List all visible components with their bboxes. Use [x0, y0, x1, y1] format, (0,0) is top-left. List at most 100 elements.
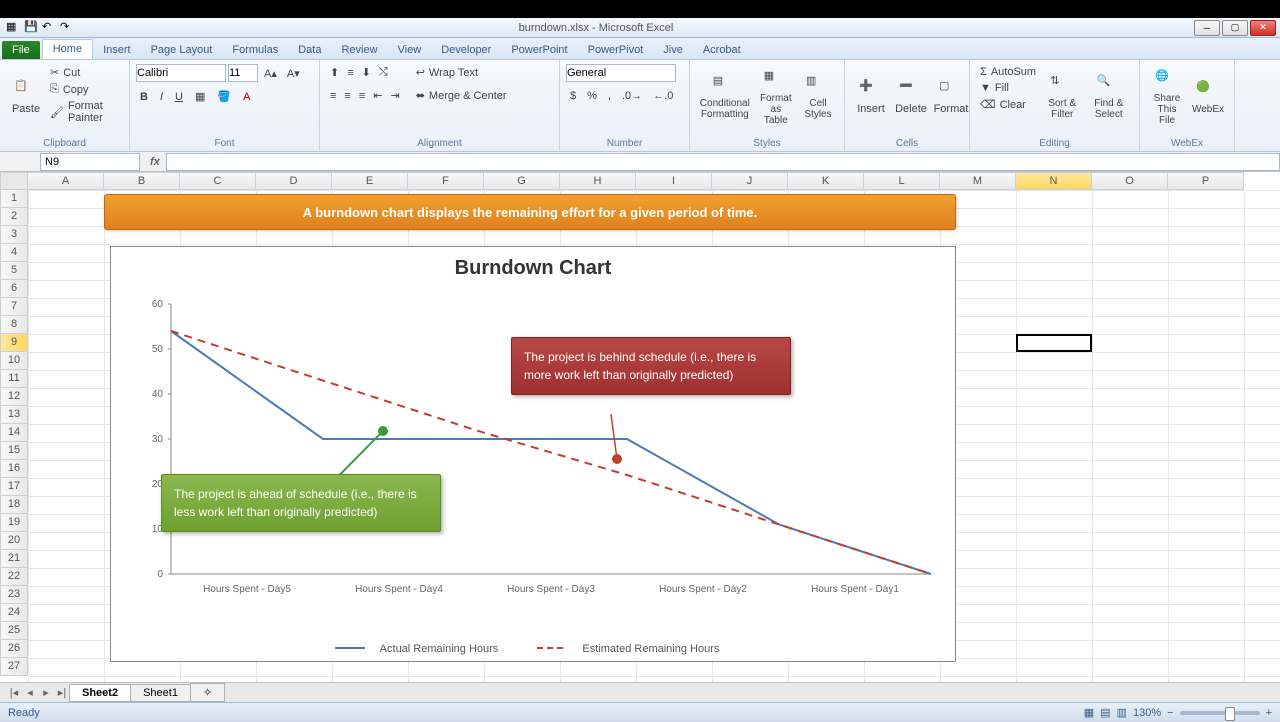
cell-styles-button[interactable]: ▥Cell Styles: [798, 64, 838, 130]
row-17[interactable]: 17: [0, 478, 28, 496]
worksheet[interactable]: ABCDEFGHIJKLMNOP 12345678910111213141516…: [0, 172, 1280, 682]
view-break-icon[interactable]: ▥: [1117, 706, 1127, 719]
col-D[interactable]: D: [256, 172, 332, 190]
redo-icon[interactable]: ↷: [60, 20, 74, 34]
row-22[interactable]: 22: [0, 568, 28, 586]
tab-nav-prev[interactable]: ◂: [22, 686, 38, 699]
row-14[interactable]: 14: [0, 424, 28, 442]
row-3[interactable]: 3: [0, 226, 28, 244]
row-4[interactable]: 4: [0, 244, 28, 262]
format-cells-button[interactable]: ▢Format: [931, 64, 971, 130]
font-family-select[interactable]: [136, 64, 226, 82]
select-all-corner[interactable]: [0, 172, 28, 190]
tab-insert[interactable]: Insert: [93, 41, 141, 59]
bold-button[interactable]: B: [136, 88, 152, 105]
indent-inc-button[interactable]: ⇥: [386, 87, 403, 104]
col-F[interactable]: F: [408, 172, 484, 190]
row-19[interactable]: 19: [0, 514, 28, 532]
wrap-text-button[interactable]: ↩Wrap Text: [412, 64, 511, 81]
shrink-font-button[interactable]: A▾: [283, 64, 304, 82]
comma-button[interactable]: ,: [604, 88, 615, 104]
align-bottom-button[interactable]: ⬇: [358, 64, 375, 81]
col-I[interactable]: I: [636, 172, 712, 190]
align-top-button[interactable]: ⬆: [326, 64, 343, 81]
currency-button[interactable]: $: [566, 88, 580, 104]
format-painter-button[interactable]: 🖌Format Painter: [46, 98, 123, 126]
col-N[interactable]: N: [1016, 172, 1092, 190]
underline-button[interactable]: U: [171, 88, 187, 105]
tab-view[interactable]: View: [388, 41, 432, 59]
col-O[interactable]: O: [1092, 172, 1168, 190]
indent-dec-button[interactable]: ⇤: [369, 87, 386, 104]
row-24[interactable]: 24: [0, 604, 28, 622]
fill-button[interactable]: ▼Fill: [976, 80, 1040, 96]
row-9[interactable]: 9: [0, 334, 28, 352]
sheet-tab-sheet1[interactable]: Sheet1: [130, 684, 191, 702]
tab-pagelayout[interactable]: Page Layout: [141, 41, 223, 59]
font-color-button[interactable]: A: [239, 88, 254, 105]
col-L[interactable]: L: [864, 172, 940, 190]
tab-jive[interactable]: Jive: [653, 41, 693, 59]
webex-button[interactable]: 🟢WebEx: [1188, 64, 1228, 130]
view-layout-icon[interactable]: ▤: [1100, 706, 1110, 719]
row-27[interactable]: 27: [0, 658, 28, 676]
conditional-formatting-button[interactable]: ▤Conditional Formatting: [696, 64, 754, 130]
col-B[interactable]: B: [104, 172, 180, 190]
col-A[interactable]: A: [28, 172, 104, 190]
tab-acrobat[interactable]: Acrobat: [693, 41, 751, 59]
minimize-button[interactable]: ─: [1194, 20, 1220, 36]
row-5[interactable]: 5: [0, 262, 28, 280]
chart[interactable]: Burndown Chart 0102030405060Hours Spent …: [110, 246, 956, 662]
row-13[interactable]: 13: [0, 406, 28, 424]
tab-powerpoint[interactable]: PowerPoint: [501, 41, 577, 59]
share-file-button[interactable]: 🌐Share This File: [1146, 64, 1188, 130]
inc-decimal-button[interactable]: .0→: [618, 88, 646, 104]
paste-button[interactable]: 📋Paste: [6, 64, 46, 130]
fx-icon[interactable]: fx: [144, 156, 166, 168]
new-sheet-button[interactable]: ✧: [190, 683, 225, 702]
zoom-in-button[interactable]: +: [1266, 707, 1272, 719]
align-right-button[interactable]: ≡: [355, 87, 369, 104]
maximize-button[interactable]: ▢: [1222, 20, 1248, 36]
row-21[interactable]: 21: [0, 550, 28, 568]
orientation-button[interactable]: ⤭: [375, 64, 392, 81]
row-25[interactable]: 25: [0, 622, 28, 640]
tab-developer[interactable]: Developer: [431, 41, 501, 59]
col-H[interactable]: H: [560, 172, 636, 190]
find-select-button[interactable]: 🔍Find & Select: [1084, 64, 1133, 130]
row-26[interactable]: 26: [0, 640, 28, 658]
col-G[interactable]: G: [484, 172, 560, 190]
sort-filter-button[interactable]: ⇅Sort & Filter: [1040, 64, 1084, 130]
row-12[interactable]: 12: [0, 388, 28, 406]
row-7[interactable]: 7: [0, 298, 28, 316]
view-normal-icon[interactable]: ▦: [1084, 706, 1094, 719]
formula-input[interactable]: [166, 153, 1280, 171]
tab-data[interactable]: Data: [288, 41, 331, 59]
clear-button[interactable]: ⌫Clear: [976, 96, 1040, 113]
save-icon[interactable]: 💾: [24, 20, 38, 34]
sheet-tab-sheet2[interactable]: Sheet2: [69, 684, 131, 702]
col-E[interactable]: E: [332, 172, 408, 190]
row-15[interactable]: 15: [0, 442, 28, 460]
row-10[interactable]: 10: [0, 352, 28, 370]
row-16[interactable]: 16: [0, 460, 28, 478]
font-size-select[interactable]: [228, 64, 258, 82]
grow-font-button[interactable]: A▴: [260, 64, 281, 82]
delete-cells-button[interactable]: ➖Delete: [891, 64, 931, 130]
border-button[interactable]: ▦: [191, 88, 209, 105]
align-middle-button[interactable]: ≡: [343, 64, 357, 81]
row-20[interactable]: 20: [0, 532, 28, 550]
percent-button[interactable]: %: [583, 88, 601, 104]
col-M[interactable]: M: [940, 172, 1016, 190]
row-11[interactable]: 11: [0, 370, 28, 388]
row-6[interactable]: 6: [0, 280, 28, 298]
align-center-button[interactable]: ≡: [340, 87, 354, 104]
row-8[interactable]: 8: [0, 316, 28, 334]
insert-cells-button[interactable]: ➕Insert: [851, 64, 891, 130]
row-2[interactable]: 2: [0, 208, 28, 226]
col-P[interactable]: P: [1168, 172, 1244, 190]
name-box[interactable]: [40, 153, 140, 171]
fill-color-button[interactable]: 🪣: [213, 88, 235, 105]
tab-powerpivot[interactable]: PowerPivot: [578, 41, 654, 59]
row-1[interactable]: 1: [0, 190, 28, 208]
